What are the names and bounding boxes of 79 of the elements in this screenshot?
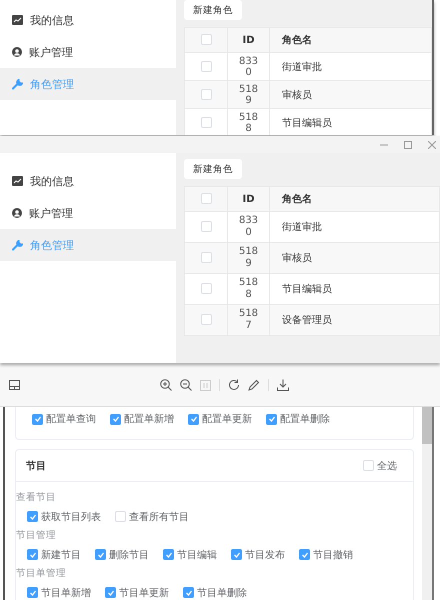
permission-checkbox[interactable]: 节目单删除 [183,586,247,600]
id-cell: 8330 [238,56,258,78]
role-name-cell: 审核员 [282,90,312,100]
role-name-cell: 节目编辑员 [282,284,332,295]
permission-checkbox[interactable]: 节目发布 [231,548,285,562]
fit-page-icon[interactable] [200,380,211,390]
row-checkbox[interactable] [200,60,212,72]
group-title: 查看节目 [16,491,57,505]
group-title: 节目管理 [16,529,57,543]
check-icon [190,415,198,423]
check-icon [34,415,42,423]
zoom-out-icon[interactable] [180,379,192,391]
column-header: ID [242,194,255,204]
id-cell: 5188 [238,112,258,134]
new-role-button[interactable]: 新建角色 [184,159,242,179]
permission-checkbox[interactable]: 配置单删除 [266,412,330,426]
check-icon [28,550,36,558]
permission-checkbox[interactable]: 配置单查询 [32,412,96,426]
sidebar-item[interactable]: 账户管理 [0,36,176,68]
role-name-cell: 街道审批 [282,222,322,233]
permission-checkbox[interactable]: 配置单更新 [188,412,252,426]
id-cell: 5189 [238,246,258,270]
row-checkbox[interactable] [200,314,212,326]
scrollbar[interactable] [422,407,432,600]
row-checkbox[interactable] [200,252,212,264]
select-all-checkbox[interactable] [200,34,212,46]
check-icon [28,588,36,596]
sidebar-toggle-icon[interactable] [9,380,20,390]
role-name-cell: 节目编辑员 [282,118,332,128]
permission-checkbox[interactable]: 查看所有节目 [115,510,189,524]
check-icon [164,550,172,558]
check-icon [106,588,114,596]
id-cell: 5189 [238,84,258,106]
wrench-icon [12,240,23,250]
check-icon [300,550,308,558]
section-title: 节目 [26,460,46,472]
id-cell: 8330 [238,215,258,239]
sidebar-item[interactable]: 我的信息 [0,165,176,197]
user-icon [12,208,22,218]
permission-checkbox[interactable]: 配置单新增 [110,412,174,426]
check-icon [28,512,36,520]
id-cell: 5187 [238,308,258,332]
sidebar-item[interactable]: 账户管理 [0,197,176,229]
column-header: 角色名 [282,35,312,46]
check-icon [112,415,120,423]
new-role-button[interactable]: 新建角色 [184,0,242,20]
rotate-icon[interactable] [228,379,240,391]
sidebar-item[interactable]: 我的信息 [0,4,176,36]
role-name-cell: 审核员 [282,253,312,264]
user-icon [12,47,22,57]
permission-checkbox[interactable]: 节目单新增 [27,586,91,600]
id-cell: 5188 [238,277,258,301]
permission-checkbox[interactable]: 删除节目 [95,548,149,562]
check-icon [184,588,192,596]
permission-checkbox[interactable]: 节目撤销 [299,548,353,562]
check-icon [268,415,276,423]
download-icon[interactable] [277,379,289,391]
check-icon [96,550,104,558]
close-icon[interactable] [428,140,436,148]
check-icon [232,550,240,558]
select-all-checkbox[interactable]: 全选 [363,458,397,472]
row-checkbox[interactable] [200,88,212,100]
maximize-icon[interactable] [404,140,412,148]
column-header: 角色名 [282,194,312,205]
group-title: 节目单管理 [16,567,67,581]
permission-checkbox[interactable]: 获取节目列表 [27,510,101,524]
role-name-cell: 设备管理员 [282,315,332,326]
select-all-checkbox[interactable] [200,193,212,204]
row-checkbox[interactable] [200,283,212,294]
permission-checkbox[interactable]: 节目单更新 [105,586,169,600]
row-checkbox[interactable] [200,221,212,232]
wrench-icon [12,78,23,90]
column-header: ID [242,34,255,46]
pen-icon[interactable] [248,379,260,391]
zoom-in-icon[interactable] [160,379,172,391]
row-checkbox[interactable] [200,116,212,128]
permission-checkbox[interactable]: 节目编辑 [163,548,217,562]
role-name-cell: 街道审批 [282,62,322,72]
permission-checkbox[interactable]: 新建节目 [27,548,81,562]
